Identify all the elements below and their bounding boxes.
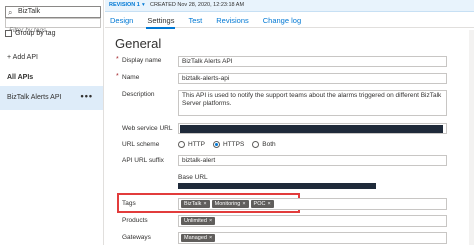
- more-options-icon[interactable]: •••: [81, 91, 93, 101]
- url-scheme-label: URL scheme: [122, 141, 160, 148]
- description-label: Description: [122, 91, 155, 98]
- name-field[interactable]: biztalk-alerts-api: [178, 73, 447, 84]
- name-label: Name: [122, 74, 140, 81]
- gateways-label: Gateways: [122, 234, 151, 241]
- section-heading: General: [115, 36, 162, 51]
- remove-icon[interactable]: ×: [209, 218, 212, 224]
- tag-chip: POC ×: [250, 200, 274, 208]
- redacted-value: [180, 125, 443, 133]
- all-apis-heading[interactable]: All APIs: [7, 74, 33, 81]
- web-service-url-field[interactable]: [178, 123, 447, 134]
- revision-created: CREATED Nov 28, 2020, 12:23:18 AM: [150, 2, 245, 8]
- remove-icon[interactable]: ×: [203, 201, 206, 207]
- group-by-tag-checkbox[interactable]: Group by tag: [5, 30, 55, 37]
- radio-https[interactable]: HTTPS: [212, 141, 244, 148]
- api-url-suffix-label: API URL suffix: [122, 157, 164, 164]
- tab-change-log[interactable]: Change log: [263, 13, 301, 28]
- tab-design[interactable]: Design: [110, 13, 133, 28]
- radio-http[interactable]: HTTP: [178, 141, 205, 148]
- display-name-field[interactable]: BizTalk Alerts API: [178, 56, 447, 67]
- tag-chip: Monitoring ×: [211, 200, 249, 208]
- search-icon: ⌕: [8, 8, 13, 17]
- remove-icon[interactable]: ×: [209, 235, 212, 241]
- tags-field[interactable]: BizTalk × Monitoring × POC ×: [178, 198, 447, 210]
- radio-both[interactable]: Both: [252, 141, 276, 148]
- chevron-down-icon[interactable]: ▾: [142, 2, 145, 8]
- base-url-value: [178, 183, 376, 189]
- add-api-button[interactable]: + Add API: [7, 54, 38, 61]
- url-scheme-radio-group: HTTP HTTPS Both: [178, 141, 284, 148]
- products-field[interactable]: Unlimited ×: [178, 215, 447, 227]
- search-input[interactable]: ⌕ BizTalk: [5, 6, 101, 18]
- tab-bar: Design Settings Test Revisions Change lo…: [105, 13, 474, 29]
- remove-icon[interactable]: ×: [242, 201, 245, 207]
- api-list-item[interactable]: BizTalk Alerts API •••: [0, 86, 103, 110]
- gateways-field[interactable]: Managed ×: [178, 232, 447, 244]
- remove-icon[interactable]: ×: [267, 201, 270, 207]
- revision-bar: REVISION 1 ▾ CREATED Nov 28, 2020, 12:23…: [105, 0, 474, 12]
- tab-revisions[interactable]: Revisions: [216, 13, 249, 28]
- base-url-label: Base URL: [178, 174, 208, 181]
- products-label: Products: [122, 217, 148, 224]
- tab-settings[interactable]: Settings: [146, 13, 176, 29]
- checkbox-box[interactable]: [5, 30, 12, 37]
- tab-test[interactable]: Test: [188, 13, 202, 28]
- tags-label: Tags: [122, 200, 136, 207]
- display-name-label: Display name: [122, 57, 162, 64]
- revision-badge[interactable]: REVISION 1: [109, 2, 140, 8]
- gateway-chip: Managed ×: [181, 234, 216, 242]
- api-list-panel: ⌕ BizTalk Group by tag + Add API All API…: [0, 0, 104, 245]
- description-field[interactable]: This API is used to notify the support t…: [178, 90, 447, 116]
- product-chip: Unlimited ×: [181, 217, 216, 225]
- scrollbar[interactable]: [469, 30, 474, 245]
- api-url-suffix-field[interactable]: biztalk-alert: [178, 155, 447, 166]
- web-service-url-label: Web service URL: [122, 125, 173, 132]
- required-marker: *: [116, 73, 119, 80]
- required-marker: *: [116, 56, 119, 63]
- tag-chip: BizTalk ×: [181, 200, 210, 208]
- filter-by-tags-field[interactable]: [5, 18, 101, 34]
- api-item-label: BizTalk Alerts API: [7, 94, 62, 101]
